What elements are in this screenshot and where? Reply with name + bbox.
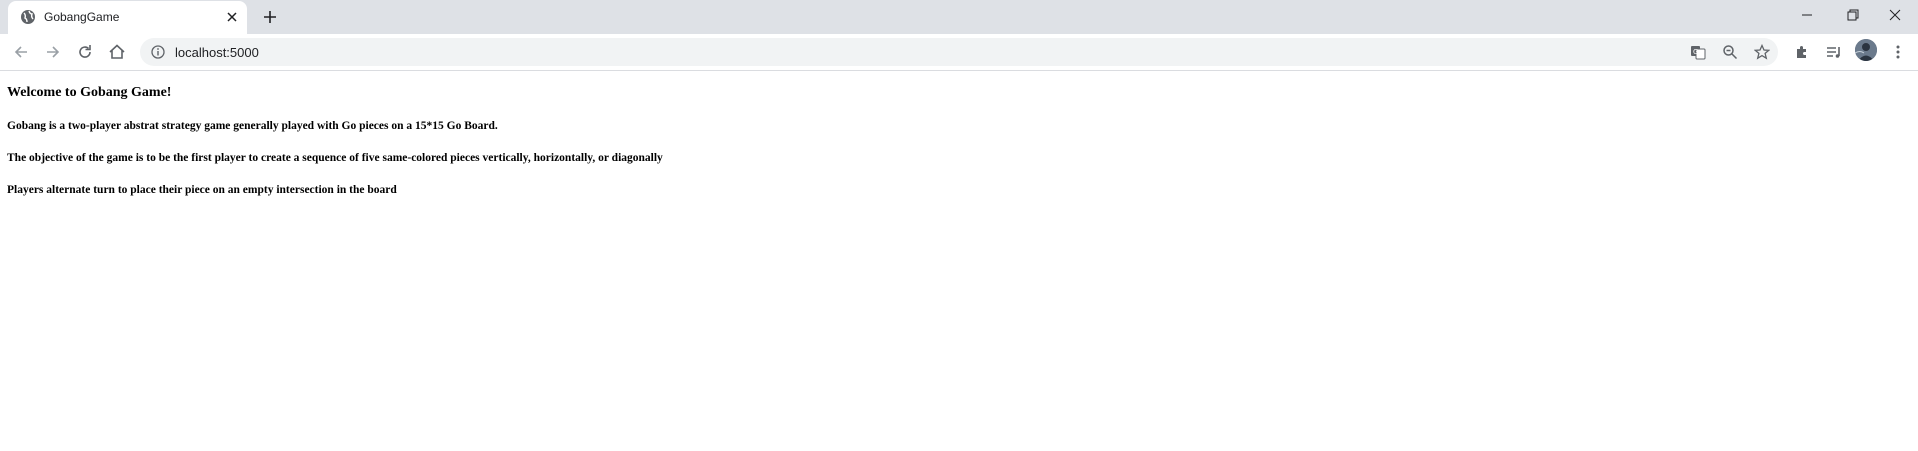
bookmark-star-icon[interactable] [1753,43,1771,60]
objective-paragraph: The objective of the game is to be the f… [7,152,663,164]
browser-tab[interactable]: GobangGame [8,1,247,34]
forward-icon[interactable] [43,42,63,62]
back-icon[interactable] [11,42,31,62]
intro-paragraph: Gobang is a two-player abstrat strategy … [7,120,498,132]
restore-icon[interactable] [1830,0,1876,30]
info-icon[interactable] [151,45,165,59]
reading-list-icon[interactable] [1824,42,1844,62]
close-window-icon[interactable] [1872,0,1918,30]
svg-text:G: G [1693,48,1698,56]
browser-toolbar: localhost:5000 G [0,34,1918,70]
tab-strip: GobangGame [0,0,1918,34]
rules-paragraph: Players alternate turn to place their pi… [7,184,397,196]
close-tab-icon[interactable] [224,9,240,25]
page-viewport: Welcome to Gobang Game! Gobang is a two-… [0,71,1918,451]
minimize-icon[interactable] [1784,0,1830,30]
home-icon[interactable] [107,42,127,62]
menu-icon[interactable] [1888,42,1908,62]
extensions-icon[interactable] [1792,42,1812,62]
profile-avatar[interactable] [1855,39,1877,61]
url-text[interactable]: localhost:5000 [175,45,259,60]
zoom-icon[interactable] [1722,44,1738,60]
reload-icon[interactable] [75,42,95,62]
new-tab-icon[interactable] [260,7,280,27]
tab-title: GobangGame [44,10,120,24]
translate-icon[interactable]: G [1690,44,1706,60]
globe-icon [20,9,36,25]
page-title: Welcome to Gobang Game! [7,85,172,100]
address-bar[interactable]: localhost:5000 G [140,38,1778,66]
